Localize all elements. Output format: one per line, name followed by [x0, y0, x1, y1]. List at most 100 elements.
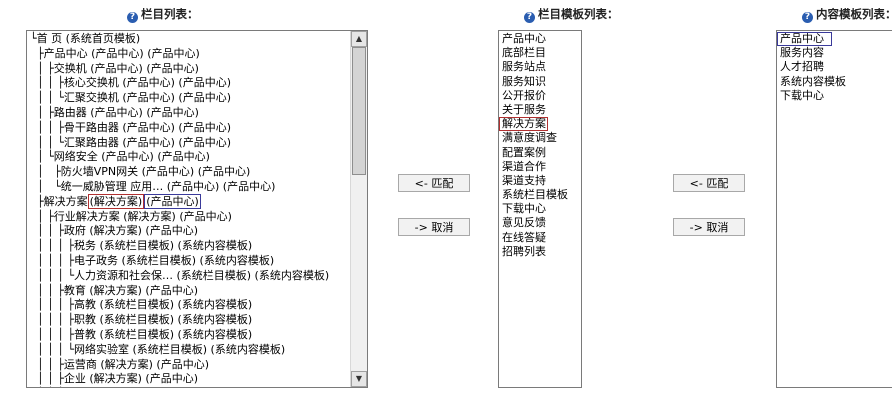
- scrollbar-thumb[interactable]: [352, 47, 366, 175]
- tree-branch-lines: │ ├: [30, 165, 61, 179]
- tree-item[interactable]: │ ├行业解决方案 (解决方案) (产品中心): [30, 210, 349, 225]
- tree-item[interactable]: │ │ │ ├职教 (系统栏目模板) (系统内容模板): [30, 313, 349, 328]
- tree-item[interactable]: │ │ │ ├电子政务 (系统栏目模板) (系统内容模板): [30, 254, 349, 269]
- tree-item[interactable]: │ └网络安全 (产品中心) (产品中心): [30, 150, 349, 165]
- tree-item[interactable]: │ │ └汇聚交换机 (产品中心) (产品中心): [30, 91, 349, 106]
- cancel-button[interactable]: -> 取消: [398, 218, 470, 236]
- tree-branch-lines: ├: [30, 46, 44, 60]
- tree-item[interactable]: │ │ └其他 (解决方案) (产品中心): [30, 387, 349, 388]
- tree-item-label: 电子政务 (系统栏目模板) (系统内容模板): [73, 253, 275, 267]
- tree-item[interactable]: │ │ │ ├税务 (系统栏目模板) (系统内容模板): [30, 239, 349, 254]
- column-template-option[interactable]: 意见反馈: [502, 216, 581, 230]
- tree-branch-lines: │ └: [30, 150, 54, 164]
- column-template-option[interactable]: 下载中心: [502, 202, 581, 216]
- tree-item[interactable]: │ │ ├企业 (解决方案) (产品中心): [30, 372, 349, 387]
- column-template-option[interactable]: 配置案例: [502, 146, 581, 160]
- tree-item-label: 高教 (系统栏目模板) (系统内容模板): [73, 298, 253, 312]
- tree-item-label: 汇聚路由器 (产品中心) (产品中心): [63, 135, 232, 149]
- tree-item-label: 人力资源和社会保… (系统栏目模板) (系统内容模板): [73, 268, 330, 282]
- tree-item-label: 网络实验室 (系统栏目模板) (系统内容模板): [73, 342, 286, 356]
- content-template-option[interactable]: 产品中心: [777, 32, 832, 47]
- column-list-header-label: 栏目列表：: [141, 7, 199, 21]
- tree-branch-lines: │ │ │ ├: [30, 239, 74, 253]
- column-template-option[interactable]: 系统栏目模板: [502, 188, 581, 202]
- cancel-content-button[interactable]: -> 取消: [673, 218, 745, 236]
- content-template-listbox[interactable]: 产品中心 服务内容 人才招聘 系统内容模板 下载中心: [776, 30, 892, 388]
- tree-item-label: 教育 (解决方案) (产品中心): [63, 283, 199, 297]
- tree-item-label: 普教 (系统栏目模板) (系统内容模板): [73, 327, 253, 341]
- column-template-option[interactable]: 服务站点: [502, 60, 581, 74]
- tree-branch-lines: │ │ ├: [30, 120, 64, 134]
- column-template-option[interactable]: 底部栏目: [502, 46, 581, 60]
- column-template-listbox[interactable]: 产品中心 底部栏目 服务站点 服务知识 公开报价 关于服务 解决方案 满意度调查 配置案例 渠道合…: [498, 30, 582, 388]
- column-template-header-label: 栏目模板列表：: [538, 7, 619, 21]
- tree-item-label: 核心交换机 (产品中心) (产品中心): [63, 76, 232, 90]
- tree-branch-lines: │ │ │ └: [30, 342, 74, 356]
- scroll-down-arrow-icon[interactable]: ▼: [351, 371, 367, 387]
- content-template-header-label: 内容模板列表：: [816, 7, 893, 21]
- tree-item[interactable]: │ │ ├运营商 (解决方案) (产品中心): [30, 358, 349, 373]
- tree-item[interactable]: │ │ │ ├普教 (系统栏目模板) (系统内容模板): [30, 328, 349, 343]
- tree-item-label: 解决方案: [43, 194, 88, 208]
- content-template-option[interactable]: 人才招聘: [780, 60, 892, 74]
- tree-item[interactable]: │ │ ├核心交换机 (产品中心) (产品中心): [30, 76, 349, 91]
- column-list-header: ? 栏目列表：: [127, 6, 199, 23]
- column-template-option[interactable]: 在线答疑: [502, 231, 581, 245]
- content-template-header: ? 内容模板列表：: [802, 6, 893, 23]
- tree-item[interactable]: │ ├路由器 (产品中心) (产品中心): [30, 106, 349, 121]
- tree-branch-lines: │ │ ├: [30, 372, 64, 386]
- tree-item[interactable]: │ ├防火墙VPN网关 (产品中心) (产品中心): [30, 165, 349, 180]
- column-template-option[interactable]: 服务知识: [502, 75, 581, 89]
- content-template-option[interactable]: 服务内容: [780, 46, 892, 60]
- column-tree-listbox[interactable]: └首 页 (系统首页模板) ├产品中心 (产品中心) (产品中心) │ ├交换机…: [26, 30, 368, 388]
- match-content-button[interactable]: <- 匹配: [673, 174, 745, 192]
- tree-item[interactable]: │ │ ├政府 (解决方案) (产品中心): [30, 224, 349, 239]
- tree-item[interactable]: │ ├交换机 (产品中心) (产品中心): [30, 62, 349, 77]
- tree-item[interactable]: ├产品中心 (产品中心) (产品中心): [30, 47, 349, 62]
- column-template-option[interactable]: 解决方案: [499, 117, 548, 132]
- tree-item-label: 汇聚交换机 (产品中心) (产品中心): [63, 91, 232, 105]
- content-template-option[interactable]: 下载中心: [780, 89, 892, 103]
- tree-item[interactable]: │ │ ├骨干路由器 (产品中心) (产品中心): [30, 121, 349, 136]
- column-template-option[interactable]: 满意度调查: [502, 131, 581, 145]
- tree-item[interactable]: │ │ │ ├高教 (系统栏目模板) (系统内容模板): [30, 298, 349, 313]
- tree-branch-lines: │ │ ├: [30, 76, 64, 90]
- tree-item-label: 企业 (解决方案) (产品中心): [63, 372, 199, 386]
- column-template-option[interactable]: 渠道支持: [502, 174, 581, 188]
- tree-item[interactable]: └首 页 (系统首页模板): [30, 32, 349, 47]
- column-template-option[interactable]: 产品中心: [502, 32, 581, 46]
- tree-branch-lines: │ │ │ ├: [30, 313, 74, 327]
- tree-branch-lines: │ │ │ ├: [30, 253, 74, 267]
- match-button[interactable]: <- 匹配: [398, 174, 470, 192]
- tree-item-label: 骨干路由器 (产品中心) (产品中心): [63, 120, 232, 134]
- column-template-option[interactable]: 关于服务: [502, 103, 581, 117]
- scroll-up-arrow-icon[interactable]: ▲: [351, 31, 367, 47]
- highlighted-column-template: (解决方案): [87, 193, 145, 209]
- vertical-scrollbar[interactable]: ▲ ▼: [350, 31, 367, 387]
- help-icon[interactable]: ?: [127, 12, 138, 23]
- tree-item-label: 首 页 (系统首页模板): [36, 32, 141, 45]
- tree-item[interactable]: │ └统一威胁管理 应用… (产品中心) (产品中心): [30, 180, 349, 195]
- tree-branch-lines: │ │ └: [30, 387, 64, 388]
- tree-item[interactable]: │ │ ├教育 (解决方案) (产品中心): [30, 284, 349, 299]
- tree-item-label: 交换机 (产品中心) (产品中心): [53, 61, 199, 75]
- tree-branch-lines: │ │ │ ├: [30, 327, 74, 341]
- tree-branch-lines: │ │ └: [30, 91, 64, 105]
- tree-branch-lines: │ │ │ ├: [30, 298, 74, 312]
- tree-branch-lines: └: [30, 32, 37, 45]
- column-template-option[interactable]: 渠道合作: [502, 160, 581, 174]
- tree-item[interactable]: │ │ │ └人力资源和社会保… (系统栏目模板) (系统内容模板): [30, 269, 349, 284]
- content-template-option[interactable]: 系统内容模板: [780, 75, 892, 89]
- help-icon[interactable]: ?: [802, 12, 813, 23]
- help-icon[interactable]: ?: [524, 12, 535, 23]
- column-template-option[interactable]: 公开报价: [502, 89, 581, 103]
- tree-branch-lines: │ │ ├: [30, 224, 64, 238]
- tree-item-label: 税务 (系统栏目模板) (系统内容模板): [73, 239, 253, 253]
- tree-item[interactable]: │ │ │ └网络实验室 (系统栏目模板) (系统内容模板): [30, 343, 349, 358]
- content-template-list: 产品中心 服务内容 人才招聘 系统内容模板 下载中心: [777, 32, 892, 103]
- tree-branch-lines: │ └: [30, 179, 61, 193]
- column-template-option[interactable]: 招聘列表: [502, 245, 581, 259]
- tree-item[interactable]: ├解决方案 (解决方案) (产品中心): [30, 193, 349, 210]
- tree-item[interactable]: │ │ └汇聚路由器 (产品中心) (产品中心): [30, 136, 349, 151]
- tree-branch-lines: │ ├: [30, 61, 54, 75]
